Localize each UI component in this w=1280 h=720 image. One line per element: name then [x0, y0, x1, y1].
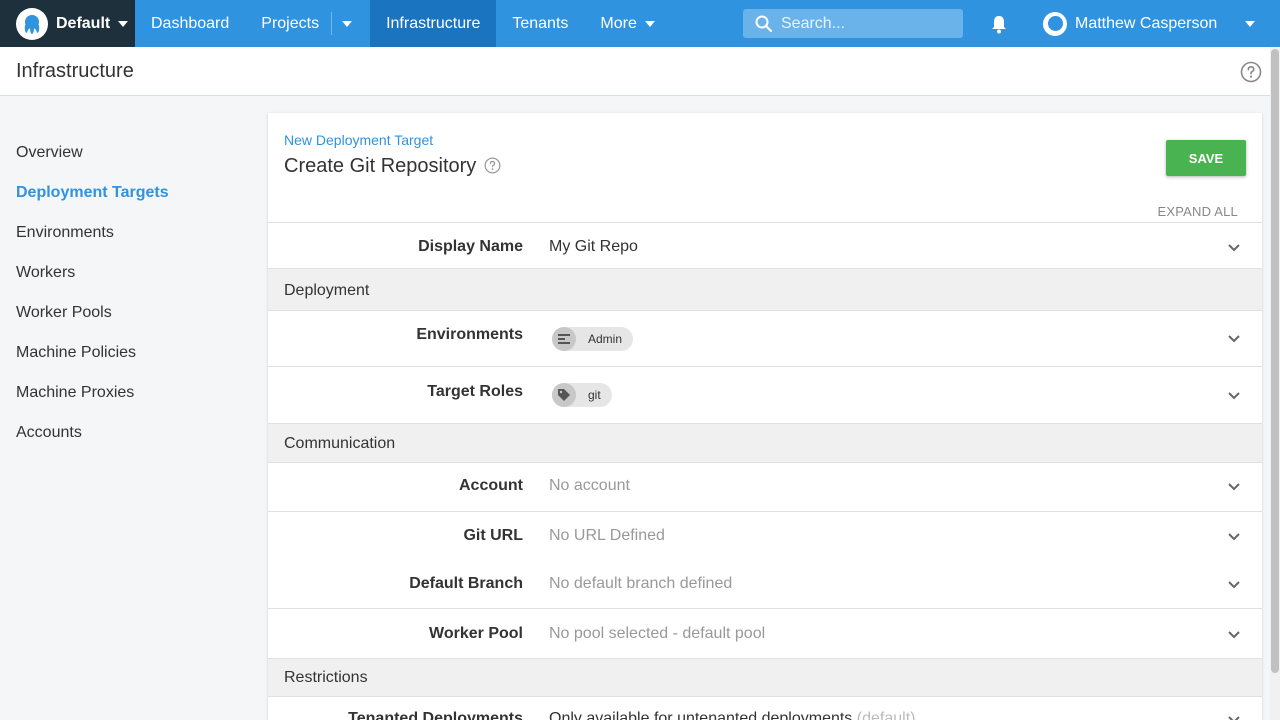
sidebar-item-environments[interactable]: Environments [16, 224, 114, 242]
environment-chip-label: Admin [588, 332, 623, 346]
chevron-down-icon [342, 20, 353, 27]
chevron-down-icon [1228, 631, 1240, 639]
nav-infrastructure[interactable]: Infrastructure [370, 0, 497, 47]
display-name-label: Display Name [418, 238, 523, 255]
environment-chip: Admin [552, 327, 634, 351]
default-branch-row[interactable]: Default Branch No default branch defined [268, 560, 1262, 609]
notifications-bell-icon[interactable] [988, 13, 1010, 35]
page-scrollbar[interactable] [1270, 47, 1280, 720]
form-card: New Deployment Target Create Git Reposit… [268, 113, 1262, 720]
git-url-row[interactable]: Git URL No URL Defined [268, 511, 1262, 560]
nav-infrastructure-label: Infrastructure [386, 14, 481, 32]
sidebar-item-overview[interactable]: Overview [16, 144, 83, 162]
default-branch-value: No default branch defined [549, 575, 733, 592]
sidebar-item-machine-policies[interactable]: Machine Policies [16, 344, 136, 362]
sidebar-item-machine-proxies[interactable]: Machine Proxies [16, 384, 134, 402]
sidebar-item-deployment-targets[interactable]: Deployment Targets [16, 184, 169, 202]
chevron-down-icon [1228, 335, 1240, 343]
chevron-down-icon [1228, 483, 1240, 491]
nav-projects-label: Projects [261, 14, 320, 32]
default-suffix: (default) [856, 710, 916, 720]
nav-dashboard[interactable]: Dashboard [135, 0, 245, 47]
space-caret-icon [118, 20, 129, 27]
chevron-down-icon [1228, 716, 1240, 720]
communication-section-header: Communication [268, 423, 1262, 463]
role-chip: git [552, 383, 612, 407]
search-input[interactable] [781, 14, 951, 33]
account-value: No account [549, 477, 630, 494]
role-chip-label: git [588, 388, 601, 402]
display-name-value: My Git Repo [549, 238, 638, 255]
chevron-down-icon [1228, 533, 1240, 541]
target-roles-label: Target Roles [427, 383, 523, 400]
expand-all-button[interactable]: EXPAND ALL [1157, 204, 1238, 219]
help-icon[interactable] [484, 157, 501, 174]
sidebar-item-accounts[interactable]: Accounts [16, 424, 82, 442]
worker-pool-label: Worker Pool [429, 625, 523, 642]
user-avatar [1043, 11, 1067, 36]
tenanted-deployments-value: Only available for untenanted deployment… [549, 710, 915, 720]
display-name-row[interactable]: Display Name My Git Repo [268, 222, 1262, 268]
user-menu[interactable]: Matthew Casperson [1043, 0, 1217, 47]
tenanted-deployments-row[interactable]: Tenanted Deployments Only available for … [268, 697, 1262, 720]
environments-row[interactable]: Environments Admin [268, 310, 1262, 366]
worker-pool-row[interactable]: Worker Pool No pool selected - default p… [268, 608, 1262, 658]
sidebar-item-worker-pools[interactable]: Worker Pools [16, 304, 112, 322]
environment-icon [552, 327, 576, 351]
page-title: Infrastructure [16, 59, 134, 82]
account-label: Account [459, 477, 523, 494]
account-row[interactable]: Account No account [268, 463, 1262, 512]
section-title: Deployment [284, 282, 370, 299]
space-switcher[interactable]: Default [0, 0, 135, 47]
git-url-value: No URL Defined [549, 527, 665, 544]
search-box[interactable] [743, 9, 963, 38]
page-header: Infrastructure [0, 47, 1270, 96]
nav-more-label: More [600, 14, 637, 32]
environments-label: Environments [416, 326, 523, 343]
section-title: Restrictions [284, 669, 368, 686]
user-menu-caret-icon[interactable] [1245, 21, 1255, 27]
chevron-down-icon [1228, 244, 1240, 252]
nav-tenants[interactable]: Tenants [496, 0, 584, 47]
user-name: Matthew Casperson [1075, 14, 1218, 32]
restrictions-section-header: Restrictions [268, 658, 1262, 697]
nav-more[interactable]: More [584, 0, 670, 47]
section-title: Communication [284, 435, 396, 452]
sidebar-item-workers[interactable]: Workers [16, 264, 75, 282]
nav-dashboard-label: Dashboard [151, 14, 230, 32]
more-caret-icon [644, 20, 655, 27]
chevron-down-icon [1228, 581, 1240, 589]
space-name: Default [56, 14, 111, 32]
save-button[interactable]: SAVE [1166, 140, 1246, 176]
git-url-label: Git URL [463, 527, 523, 544]
search-icon [755, 15, 773, 32]
scrollbar-thumb[interactable] [1271, 49, 1279, 673]
target-roles-row[interactable]: Target Roles git [268, 366, 1262, 423]
default-branch-label: Default Branch [409, 575, 523, 592]
help-icon[interactable] [1240, 61, 1262, 83]
deployment-section-header: Deployment [268, 268, 1262, 310]
octopus-logo-icon [16, 7, 48, 40]
nav-tenants-label: Tenants [512, 14, 569, 32]
projects-dropdown-button[interactable] [331, 12, 362, 35]
worker-pool-value: No pool selected - default pool [549, 625, 766, 642]
tenanted-deployments-text: Only available for untenanted deployment… [549, 710, 853, 720]
nav-projects[interactable]: Projects [245, 0, 331, 47]
form-title: Create Git Repository [284, 155, 477, 177]
tag-icon [552, 383, 576, 407]
breadcrumb[interactable]: New Deployment Target [284, 132, 433, 148]
chevron-down-icon [1228, 392, 1240, 400]
tenanted-deployments-label: Tenanted Deployments [348, 710, 523, 720]
